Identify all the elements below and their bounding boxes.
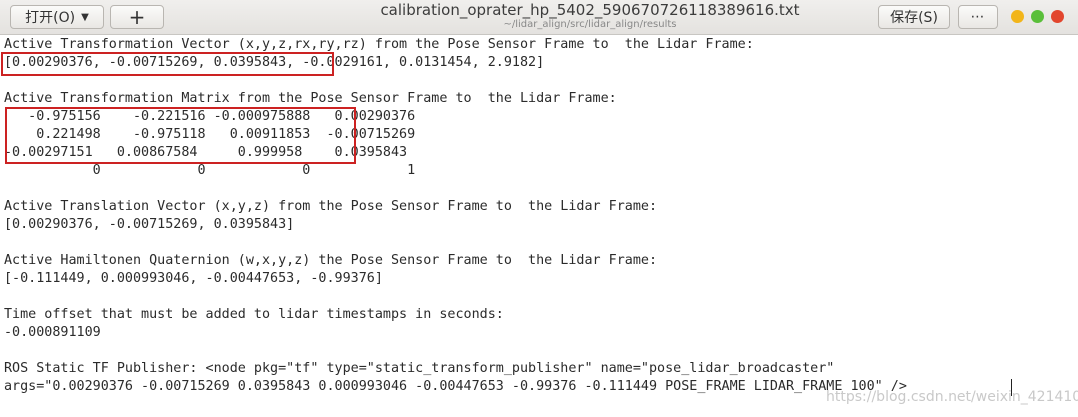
window-maximize-button[interactable]	[1031, 10, 1044, 23]
editor-line: Active Transformation Matrix from the Po…	[4, 91, 617, 106]
save-button-label: 保存(S)	[890, 10, 938, 26]
window-path: ~/lidar_align/src/lidar_align/results	[503, 19, 677, 30]
editor-line: -0.000891109	[4, 325, 101, 340]
chevron-down-icon: ▼	[81, 11, 89, 23]
header-bar: 打开(O) ▼ + calibration_oprater_hp_5402_59…	[0, 0, 1078, 35]
window-minimize-button[interactable]	[1011, 10, 1024, 23]
window-title: calibration_oprater_hp_5402_590670726118…	[380, 1, 800, 19]
editor-line: Active Translation Vector (x,y,z) from t…	[4, 199, 658, 214]
window-close-button[interactable]	[1051, 10, 1064, 23]
save-button[interactable]: 保存(S)	[878, 5, 950, 29]
rotation-matrix-highlight-box	[5, 107, 356, 164]
editor-line: Active Hamiltonen Quaternion (w,x,y,z) t…	[4, 253, 658, 268]
translation-highlight-box	[1, 52, 334, 76]
text-editor-area[interactable]: Active Transformation Vector (x,y,z,rx,r…	[0, 35, 1078, 417]
editor-line: Time offset that must be added to lidar …	[4, 307, 504, 322]
watermark-text: https://blog.csdn.net/weixin_42141088	[826, 389, 1078, 405]
menu-button[interactable]: ⋯	[958, 5, 998, 29]
editor-line: [0.00290376, -0.00715269, 0.0395843]	[4, 217, 295, 232]
editor-line: [-0.111449, 0.000993046, -0.00447653, -0…	[4, 271, 383, 286]
editor-line: args="0.00290376 -0.00715269 0.0395843 0…	[4, 379, 907, 394]
editor-line: 0 0 0 1	[4, 163, 416, 178]
editor-line: ROS Static TF Publisher: <node pkg="tf" …	[4, 361, 835, 376]
open-button-label: 打开(O)	[25, 10, 76, 26]
window-title-block: calibration_oprater_hp_5402_590670726118…	[330, 2, 850, 31]
new-tab-button[interactable]: +	[110, 5, 164, 29]
hamburger-menu-icon: ⋯	[970, 9, 986, 25]
plus-icon: +	[128, 5, 146, 29]
open-button[interactable]: 打开(O) ▼	[10, 5, 104, 29]
